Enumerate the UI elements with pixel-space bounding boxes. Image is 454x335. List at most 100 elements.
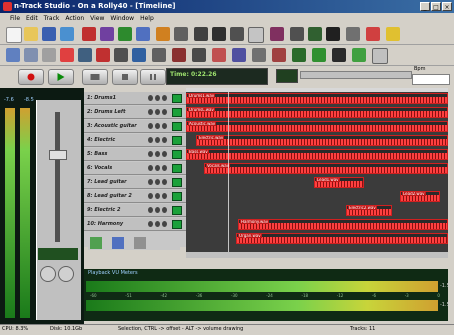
glue-icon[interactable] [114,48,128,62]
position-slider[interactable] [300,71,412,79]
pointer-icon[interactable] [212,27,226,41]
track-row[interactable]: 6: Vocals [84,162,186,175]
copy-icon[interactable] [24,48,38,62]
green-panel-icon[interactable] [312,48,326,62]
menu-file[interactable]: File [10,15,20,22]
audio-clip[interactable]: Bass.wav [186,149,448,160]
help-icon[interactable] [386,27,400,41]
monitor-icon[interactable] [148,123,153,129]
track-row[interactable]: 7: Lead guitar [84,176,186,189]
solo-icon[interactable] [155,221,160,227]
piano-icon[interactable] [332,48,346,62]
tuner-icon[interactable] [174,27,188,41]
solo-icon[interactable] [155,165,160,171]
audio-clip[interactable]: Acoustic.wav [186,121,448,132]
piano-roll-icon[interactable] [136,27,150,41]
record-settings-icon[interactable] [82,27,96,41]
stop-button[interactable] [112,69,138,85]
export-icon[interactable] [60,27,74,41]
move-icon[interactable] [230,27,244,41]
solo-icon[interactable] [155,179,160,185]
open-folder-icon[interactable] [24,27,38,41]
monitor-icon[interactable] [148,207,153,213]
playhead[interactable] [228,92,229,252]
solo-icon[interactable] [155,151,160,157]
loop-indicator[interactable] [276,69,298,83]
rewind-button[interactable] [82,69,108,85]
loop-icon[interactable] [308,27,322,41]
mute-icon[interactable] [162,123,167,129]
menu-view[interactable]: View [90,15,104,22]
zoom-icon[interactable] [270,27,284,41]
track-row[interactable]: 10: Harmony [84,218,186,231]
track-controls[interactable] [148,179,168,186]
volume-tool-icon[interactable] [172,48,186,62]
view-toggle-icon[interactable] [372,48,388,64]
cut-icon[interactable] [6,48,20,62]
menu-help[interactable]: Help [140,15,154,22]
mixer-icon[interactable] [118,27,132,41]
pause-button[interactable] [140,69,166,85]
track-controls[interactable] [148,109,168,116]
track-row[interactable]: 4: Electric [84,134,186,147]
track-row[interactable]: 5: Bass [84,148,186,161]
audio-clip[interactable]: DrumsL.wav [186,107,448,118]
audio-clip[interactable]: Lead1.wav [314,177,364,188]
add-midi-icon[interactable] [112,237,124,249]
select-icon[interactable] [248,27,264,43]
marker-icon[interactable] [290,27,304,41]
monitor-icon[interactable] [148,95,153,101]
track-row[interactable]: 1: Drums1 [84,92,186,105]
wave-editor-icon[interactable] [100,27,114,41]
menu-track[interactable]: Track [44,15,60,22]
mute-icon[interactable] [162,137,167,143]
nudge-icon[interactable] [212,48,226,62]
save-icon[interactable] [42,27,56,41]
track-controls[interactable] [148,151,168,158]
solo-icon[interactable] [155,207,160,213]
envelope-icon[interactable] [132,48,146,62]
monitor-icon[interactable] [148,109,153,115]
master-pan-knob[interactable] [40,266,56,282]
mute-icon[interactable] [162,207,167,213]
timeline-area[interactable]: Drums1.wav DrumsL.wav Acoustic.wav Elect… [186,92,448,252]
paste-icon[interactable] [42,48,56,62]
speaker-icon[interactable] [194,27,208,41]
delete-icon[interactable] [60,48,74,62]
timeline-scrollbar[interactable] [186,252,448,258]
fade-icon[interactable] [152,48,166,62]
track-row[interactable]: 3: Acoustic guitar [84,120,186,133]
play-button[interactable] [48,69,74,85]
track-controls[interactable] [148,123,168,130]
track-controls[interactable] [148,137,168,144]
tempo-icon[interactable] [292,48,306,62]
monitor-icon[interactable] [148,165,153,171]
bpm-field[interactable] [412,74,450,85]
trim-icon[interactable] [96,48,110,62]
master-vol-knob[interactable] [58,266,74,282]
minimize-button[interactable]: _ [420,2,430,11]
audio-clip[interactable]: Organ.wav [236,233,448,244]
menu-action[interactable]: Action [65,15,84,22]
solo-icon[interactable] [155,95,160,101]
draw-icon[interactable] [192,48,206,62]
audio-clip[interactable]: Vocals.wav [204,163,448,174]
audio-clip[interactable]: Electric2.wav [346,205,392,216]
menu-window[interactable]: Window [110,15,134,22]
solo-icon[interactable] [155,137,160,143]
record-button[interactable] [18,69,44,85]
track-row[interactable]: 8: Lead guitar 2 [84,190,186,203]
mute-icon[interactable] [162,109,167,115]
track-controls[interactable] [148,193,168,200]
split-icon[interactable] [78,48,92,62]
track-row[interactable]: 2: Drums Left [84,106,186,119]
monitor-icon[interactable] [148,179,153,185]
snap-icon[interactable] [232,48,246,62]
plugin-icon[interactable] [156,27,170,41]
solo-icon[interactable] [155,109,160,115]
audio-clip[interactable]: Lead2.wav [400,191,440,202]
wrench-icon[interactable] [346,27,360,41]
meter-icon[interactable] [352,48,366,62]
new-file-icon[interactable] [6,27,22,43]
metronome-icon[interactable] [326,27,340,41]
